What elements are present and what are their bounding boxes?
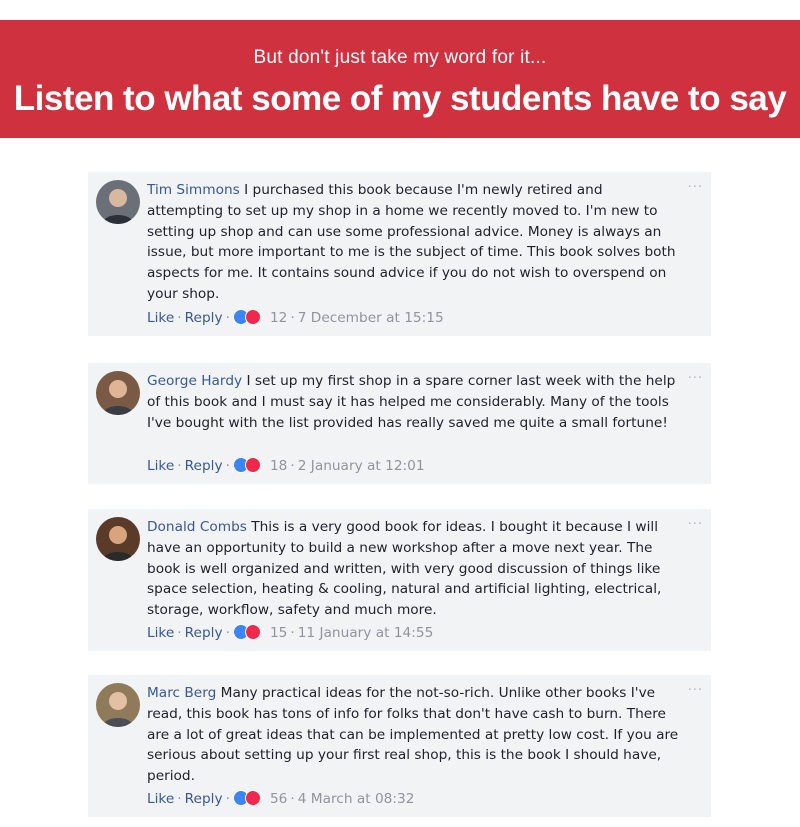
comment-text: Many practical ideas for the not-so-rich… [147,685,679,785]
user-photo-icon [96,683,140,727]
like-link[interactable]: Like [147,791,174,807]
like-link[interactable]: Like [147,310,174,326]
banner-title: Listen to what some of my students have … [13,79,787,118]
comment-card: ··· Donald Combs This is a very good boo… [88,509,711,651]
banner-subtitle: But don't just take my word for it... [253,47,547,68]
reactions-icon[interactable] [232,790,267,806]
reaction-count[interactable]: 15 [270,625,287,641]
reactions-icon[interactable] [232,309,267,325]
comment-actions: Like · Reply · 12 · 7 December at 15:15 [147,309,444,326]
like-link[interactable]: Like [147,625,174,641]
comment-card: ··· Tim Simmons I purchased this book be… [88,172,711,336]
commenter-name[interactable]: Tim Simmons [147,182,240,198]
avatar[interactable] [96,180,140,224]
comment-actions: Like · Reply · 15 · 11 January at 14:55 [147,624,434,641]
comment-menu-icon[interactable]: ··· [688,517,703,532]
love-reaction-icon [244,309,261,325]
commenter-name[interactable]: George Hardy [147,373,242,389]
comment-card: ··· George Hardy I set up my first shop … [88,363,711,484]
comment-body: George Hardy I set up my first shop in a… [147,371,681,433]
love-reaction-icon [244,457,261,473]
reactions-icon[interactable] [232,624,267,640]
comment-actions: Like · Reply · 56 · 4 March at 08:32 [147,790,415,807]
comment-date[interactable]: 4 March at 08:32 [298,791,415,807]
comment-body: Tim Simmons I purchased this book becaus… [147,180,681,305]
comment-menu-icon[interactable]: ··· [688,371,703,386]
commenter-name[interactable]: Donald Combs [147,519,247,535]
avatar[interactable] [96,683,140,727]
comment-date[interactable]: 2 January at 12:01 [298,458,425,474]
avatar[interactable] [96,371,140,415]
reply-link[interactable]: Reply [185,310,223,326]
reaction-count[interactable]: 18 [270,458,287,474]
comment-menu-icon[interactable]: ··· [688,683,703,698]
avatar[interactable] [96,517,140,561]
like-link[interactable]: Like [147,458,174,474]
love-reaction-icon [244,790,261,806]
comment-body: Marc Berg Many practical ideas for the n… [147,683,681,787]
comment-card: ··· Marc Berg Many practical ideas for t… [88,675,711,817]
testimonial-banner: But don't just take my word for it... Li… [0,20,800,138]
comment-date[interactable]: 11 January at 14:55 [298,625,434,641]
reply-link[interactable]: Reply [185,791,223,807]
comment-date[interactable]: 7 December at 15:15 [298,310,444,326]
user-photo-icon [96,371,140,415]
comment-text: I purchased this book because I'm newly … [147,182,676,302]
reply-link[interactable]: Reply [185,625,223,641]
love-reaction-icon [244,624,261,640]
reaction-count[interactable]: 56 [270,791,287,807]
comment-body: Donald Combs This is a very good book fo… [147,517,681,621]
user-photo-icon [96,180,140,224]
commenter-name[interactable]: Marc Berg [147,685,216,701]
reaction-count[interactable]: 12 [270,310,287,326]
reactions-icon[interactable] [232,457,267,473]
comment-menu-icon[interactable]: ··· [688,180,703,195]
comment-actions: Like · Reply · 18 · 2 January at 12:01 [147,457,425,474]
user-photo-icon [96,517,140,561]
reply-link[interactable]: Reply [185,458,223,474]
